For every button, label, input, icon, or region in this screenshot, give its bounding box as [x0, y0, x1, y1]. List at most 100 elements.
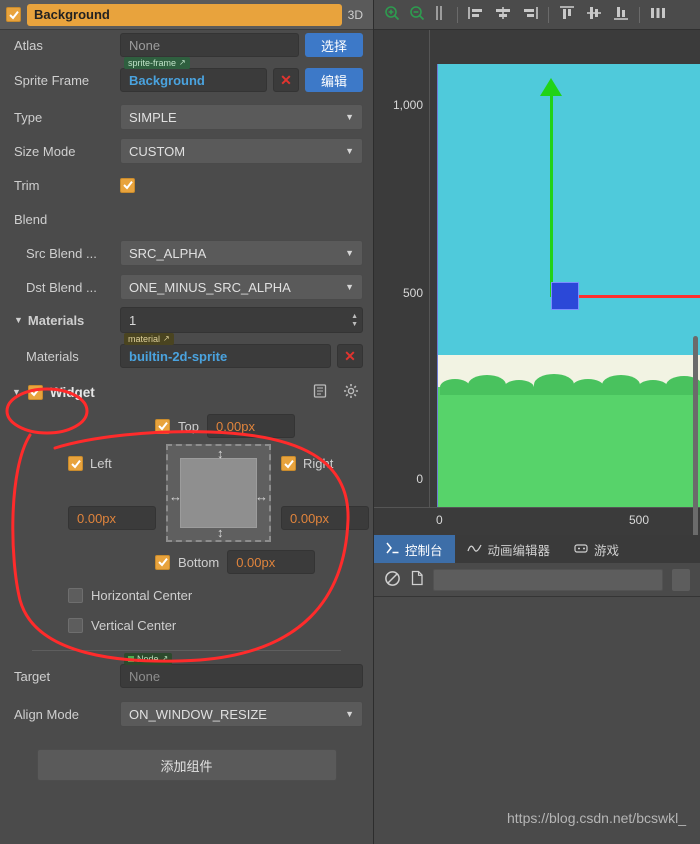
widget-left-label: Left: [90, 456, 112, 471]
dst-blend-select[interactable]: ONE_MINUS_SRC_ALPHA ▼: [120, 274, 363, 300]
widget-left-checkbox[interactable]: [68, 456, 83, 471]
scene-view[interactable]: 1,000 500 0 0 500: [374, 30, 700, 535]
collapse-triangle-icon[interactable]: ▼: [14, 315, 23, 325]
type-select[interactable]: SIMPLE ▼: [120, 104, 363, 130]
tab-console[interactable]: 控制台: [374, 535, 455, 563]
label-trim: Trim: [14, 177, 40, 193]
sprite-frame-tag-label: sprite-frame: [128, 58, 177, 68]
widget-bottom-label: Bottom: [178, 554, 220, 570]
sprite-frame-type-tag: sprite-frame ↗: [124, 57, 190, 69]
materials-count-input[interactable]: 1 ▲ ▼: [120, 307, 363, 333]
help-doc-icon[interactable]: [312, 383, 328, 402]
widget-horizontal-center-checkbox[interactable]: [68, 587, 83, 603]
toolbar-separator: [548, 6, 549, 23]
gear-icon[interactable]: [343, 383, 359, 402]
zoom-out-icon[interactable]: [409, 5, 425, 24]
console-filter-button[interactable]: [672, 568, 690, 591]
external-link-icon[interactable]: ↗: [162, 653, 169, 665]
property-row-trim: Trim: [10, 168, 363, 202]
widget-vertical-center-checkbox[interactable]: [68, 617, 83, 633]
watermark-text: https://blog.csdn.net/bcswkl_: [507, 810, 686, 826]
align-mode-select[interactable]: ON_WINDOW_RESIZE ▼: [120, 701, 363, 727]
mode-3d-toggle[interactable]: 3D: [348, 8, 367, 22]
sprite-frame-value: Background: [129, 72, 205, 88]
scene-vertical-scrollbar[interactable]: [693, 336, 698, 535]
console-output: https://blog.csdn.net/bcswkl_: [374, 597, 700, 844]
move-gizmo-y-arrow[interactable]: [540, 78, 562, 96]
move-gizmo-center-handle[interactable]: [551, 282, 579, 310]
atlas-field[interactable]: None: [120, 33, 299, 57]
console-search-input[interactable]: [433, 568, 663, 591]
target-value: None: [129, 668, 161, 684]
sprite-frame-asset: sprite-frame ↗ Background: [120, 57, 267, 92]
widget-bottom-checkbox[interactable]: [155, 554, 170, 570]
sprite-frame-clear-button[interactable]: ✕: [273, 68, 299, 92]
node-name-input[interactable]: Background: [27, 3, 342, 26]
sprite-frame-edit-button[interactable]: 编辑: [305, 68, 363, 92]
sprite-frame-field[interactable]: Background: [120, 68, 267, 92]
bottom-panel-tabs: 控制台 动画编辑器 游戏: [374, 535, 700, 563]
external-link-icon[interactable]: ↗: [179, 57, 186, 69]
file-icon[interactable]: [410, 570, 424, 589]
align-top-icon[interactable]: [558, 5, 576, 24]
property-rows: Atlas None 选择 Sprite Frame sprite-frame …: [0, 30, 373, 781]
widget-top-label: Top: [178, 418, 199, 434]
widget-right-input[interactable]: 0.00px: [281, 506, 369, 530]
align-center-vertical-icon[interactable]: [585, 5, 603, 24]
ground-layer: [438, 387, 700, 507]
tab-game[interactable]: 游戏: [562, 535, 632, 563]
distribute-icon[interactable]: [649, 5, 667, 24]
materials-count-value: 1: [129, 312, 137, 328]
widget-left-input[interactable]: 0.00px: [68, 506, 156, 530]
node-enabled-checkbox[interactable]: [6, 7, 21, 22]
zoom-in-icon[interactable]: [384, 5, 400, 24]
clear-icon[interactable]: [384, 570, 401, 590]
widget-align-mode-row: Align Mode ON_WINDOW_RESIZE ▼: [10, 697, 363, 731]
widget-right-checkbox[interactable]: [281, 456, 296, 471]
chevron-down-icon: ▼: [345, 709, 354, 719]
align-right-icon[interactable]: [521, 5, 539, 24]
ruler-icon[interactable]: [434, 5, 448, 24]
widget-divider: [32, 650, 341, 651]
widget-title: Widget: [49, 384, 95, 400]
tab-game-label: 游戏: [594, 543, 620, 558]
add-component-button[interactable]: 添加组件: [36, 749, 337, 781]
arrow-right-icon: ↔: [255, 489, 268, 504]
widget-left-row: Left: [68, 456, 112, 471]
move-gizmo-y-axis[interactable]: [550, 94, 553, 297]
widget-vertical-center-label: Vertical Center: [91, 617, 177, 633]
materials-row: Materials material ↗ builtin-2d-sprite ✕: [10, 333, 363, 376]
collapse-triangle-icon[interactable]: ▼: [12, 387, 21, 397]
material-value: builtin-2d-sprite: [129, 348, 228, 364]
target-asset: Node ↗ None: [120, 653, 363, 688]
src-blend-select[interactable]: SRC_ALPHA ▼: [120, 240, 363, 266]
size-mode-select[interactable]: CUSTOM ▼: [120, 138, 363, 164]
atlas-select-button[interactable]: 选择: [305, 33, 363, 57]
anchor-preview-box[interactable]: ↕ ↔ ↔ ↕: [166, 444, 271, 542]
label-align-mode: Align Mode: [14, 706, 80, 722]
align-left-icon[interactable]: [467, 5, 485, 24]
node-square-icon: [128, 656, 134, 662]
widget-bottom-input[interactable]: 0.00px: [227, 550, 316, 574]
materials-section-header[interactable]: ▼ Materials 1 ▲ ▼: [10, 304, 363, 336]
tab-animation-editor[interactable]: 动画编辑器: [454, 535, 563, 563]
dst-blend-value: ONE_MINUS_SRC_ALPHA: [129, 279, 291, 295]
label-size-mode: Size Mode: [14, 143, 76, 159]
widget-top-checkbox[interactable]: [155, 418, 170, 434]
material-clear-button[interactable]: ✕: [337, 344, 363, 368]
label-blend: Blend: [14, 211, 48, 227]
material-field[interactable]: builtin-2d-sprite: [120, 344, 331, 368]
inspector-header: Background 3D: [0, 0, 373, 30]
stepper-icon[interactable]: ▲ ▼: [351, 313, 358, 328]
trim-checkbox[interactable]: [120, 177, 135, 193]
material-tag-label: material: [128, 334, 161, 344]
external-link-icon[interactable]: ↗: [163, 333, 170, 345]
widget-enabled-checkbox[interactable]: [27, 384, 43, 400]
app-root: Background 3D Atlas None 选择 Sprite Frame: [0, 0, 700, 844]
target-field[interactable]: None: [120, 664, 363, 688]
arrow-left-icon: ↔: [169, 489, 182, 504]
widget-top-input[interactable]: 0.00px: [206, 414, 295, 438]
align-center-horizontal-icon[interactable]: [494, 5, 512, 24]
align-bottom-icon[interactable]: [612, 5, 630, 24]
chevron-down-icon: ▼: [345, 112, 354, 122]
